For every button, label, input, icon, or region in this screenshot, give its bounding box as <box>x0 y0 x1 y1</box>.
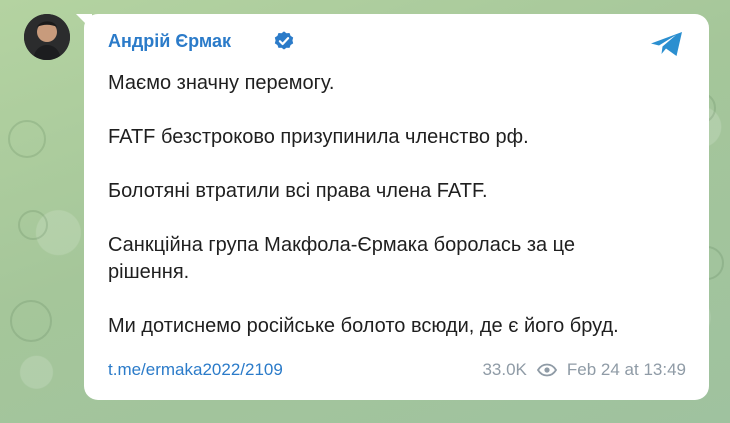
author-avatar[interactable] <box>24 14 70 60</box>
message-footer: t.me/ermaka2022/2109 33.0K Feb 24 at 13:… <box>108 360 686 380</box>
message-meta: 33.0K Feb 24 at 13:49 <box>482 360 686 380</box>
avatar-image <box>24 14 70 60</box>
message-paragraph: FATF безстроково призупинила членство рф… <box>108 126 529 148</box>
background-doodle <box>18 210 48 240</box>
background-doodle <box>10 300 52 342</box>
telegram-share-icon[interactable] <box>649 30 685 58</box>
message-header: Андрій Єрмак <box>108 30 295 52</box>
ukraine-flag-icon <box>239 33 265 50</box>
message-paragraph: Болотяні втратили всі права члена FATF. <box>108 180 488 202</box>
message-paragraph: Санкційна група Макфола-Єрмака боролась … <box>108 234 576 256</box>
background-doodle <box>8 120 46 158</box>
message-paragraph: Маємо значну перемогу. <box>108 72 335 94</box>
message-paragraph: Ми дотиснемо російське болото всюди, де … <box>108 315 619 337</box>
eye-icon <box>536 363 557 377</box>
message-bubble: Андрій Єрмак Маємо значну перемогу. FATF… <box>84 14 709 400</box>
verified-badge-icon <box>274 31 294 50</box>
post-link[interactable]: t.me/ermaka2022/2109 <box>108 360 283 380</box>
message-timestamp: Feb 24 at 13:49 <box>566 360 686 379</box>
message-text: Маємо значну перемогу. FATF безстроково … <box>108 70 678 340</box>
message-paragraph: рішення. <box>108 261 190 283</box>
author-name[interactable]: Андрій Єрмак <box>108 31 231 52</box>
view-count: 33.0K <box>482 360 527 379</box>
